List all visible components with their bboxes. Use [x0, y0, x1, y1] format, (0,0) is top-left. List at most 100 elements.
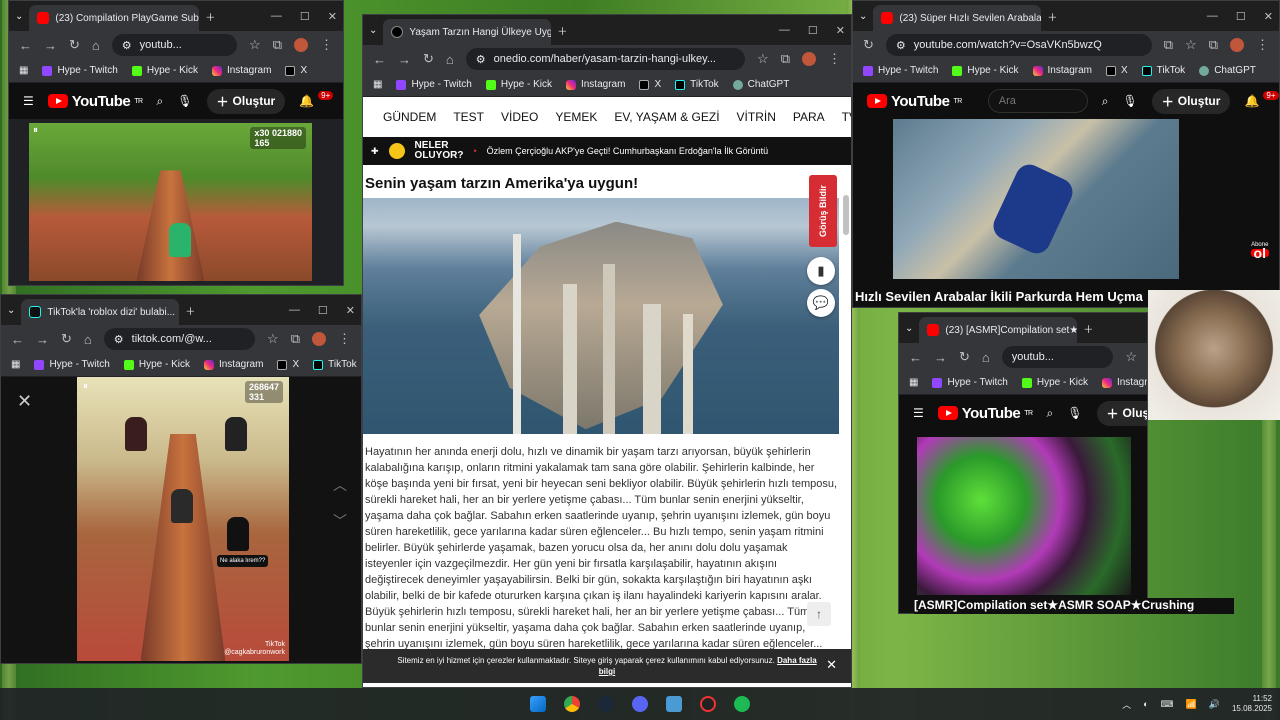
home-icon[interactable]: ⌂ [92, 38, 100, 53]
url-field[interactable]: ⚙ tiktok.com/@w... [103, 328, 256, 350]
menu-icon[interactable]: ⋮ [828, 51, 841, 67]
search-icon[interactable]: ⌕ [1047, 406, 1054, 421]
tab-search-icon[interactable]: ⌄ [7, 305, 15, 316]
grid-menu-icon[interactable]: ✚ [371, 146, 379, 157]
bookmark-instagram[interactable]: Instagram [203, 359, 263, 370]
back-icon[interactable]: ← [909, 350, 922, 365]
cookie-close-button[interactable]: ✕ [826, 658, 837, 671]
menu-icon[interactable]: ⋮ [1256, 37, 1269, 53]
tab-youtube-cars[interactable]: (23) Süper Hızlı Sevilen Arabalar... ✕ [873, 5, 1042, 31]
spotify-icon[interactable] [734, 696, 750, 712]
back-icon[interactable]: ← [373, 52, 386, 67]
tab-youtube-compilation[interactable]: (23) Compilation PlayGame Sub... ✕ [29, 5, 200, 31]
bookmark-instagram[interactable]: Instagram [211, 65, 271, 76]
forward-icon[interactable]: → [36, 332, 49, 347]
tab-tiktok[interactable]: TikTok'la 'roblox dizi' bulabi... ✕ [21, 299, 180, 325]
notifications-bell-icon[interactable]: 🔔 [1244, 94, 1259, 108]
bookmark-tiktok[interactable]: TikTok [675, 79, 719, 90]
minimize-button[interactable]: — [1207, 10, 1218, 23]
reload-icon[interactable]: ↻ [959, 349, 970, 365]
comments-icon[interactable]: 💬 [807, 289, 835, 317]
bookmark-star-icon[interactable]: ☆ [1125, 349, 1137, 365]
create-button[interactable]: ＋Oluştur [1151, 88, 1231, 114]
url-field[interactable]: ⚙ youtub... [111, 34, 238, 56]
bookmark-kick[interactable]: Hype - Kick [1021, 377, 1088, 388]
next-video-icon[interactable]: ﹀ [333, 511, 347, 531]
minimize-button[interactable]: — [779, 24, 790, 37]
profile-avatar[interactable] [802, 52, 816, 66]
bookmark-tiktok[interactable]: TikTok [1141, 65, 1185, 76]
site-info-icon[interactable]: ⚙ [122, 39, 132, 52]
nav-tv-sinema[interactable]: TV & SİN [842, 110, 851, 124]
menu-icon[interactable]: ⋮ [338, 331, 351, 347]
app-icon[interactable] [700, 696, 716, 712]
site-info-icon[interactable]: ⚙ [476, 53, 486, 66]
reload-icon[interactable]: ↻ [423, 51, 434, 67]
close-video-icon[interactable]: ✕ [17, 391, 32, 412]
menu-icon[interactable]: ⋮ [320, 37, 333, 53]
url-field[interactable]: youtub... [1001, 346, 1114, 368]
create-button[interactable]: ＋Oluştur [206, 88, 286, 114]
profile-avatar[interactable] [1230, 38, 1244, 52]
save-bookmark-icon[interactable]: ▮ [807, 257, 835, 285]
forward-icon[interactable]: → [44, 38, 57, 53]
maximize-button[interactable]: ☐ [300, 10, 310, 23]
new-tab-icon[interactable]: ＋ [1083, 321, 1093, 336]
maximize-button[interactable]: ☐ [808, 24, 818, 37]
tab-search-icon[interactable]: ⌄ [905, 323, 913, 334]
hamburger-menu-icon[interactable]: ☰ [23, 94, 34, 108]
pause-icon[interactable]: ⏸ [83, 381, 88, 392]
youtube-logo[interactable]: YouTube TR [937, 405, 1033, 422]
reload-icon[interactable]: ↻ [61, 331, 72, 347]
profile-avatar[interactable] [294, 38, 308, 52]
wifi-icon[interactable]: 📶 [1186, 699, 1197, 710]
hamburger-menu-icon[interactable]: ☰ [913, 406, 924, 420]
url-field[interactable]: ⚙ onedio.com/haber/yasam-tarzin-hangi-ulk… [465, 48, 746, 70]
nav-gundem[interactable]: GÜNDEM [383, 110, 436, 124]
mic-icon[interactable]: 🎙 [177, 94, 192, 108]
extensions-icon[interactable]: ⧉ [273, 37, 282, 53]
bookmark-x[interactable]: X [277, 359, 299, 370]
bookmark-x[interactable]: X [639, 79, 661, 90]
profile-avatar[interactable] [312, 332, 326, 346]
minimize-button[interactable]: — [271, 10, 282, 23]
minimize-button[interactable]: — [289, 304, 300, 317]
bookmark-twitch[interactable]: Hype - Twitch [34, 359, 110, 370]
close-button[interactable]: ✕ [346, 304, 355, 317]
bookmark-star-icon[interactable]: ☆ [249, 37, 261, 53]
close-button[interactable]: ✕ [1264, 10, 1273, 23]
tab-youtube-asmr[interactable]: (23) [ASMR]Compilation set★A... ✕ [919, 317, 1078, 343]
tab-search-icon[interactable]: ⌄ [369, 25, 377, 36]
apps-grid-icon[interactable]: ▦ [19, 65, 28, 76]
bookmark-twitch[interactable]: Hype - Twitch [42, 65, 118, 76]
feedback-button[interactable]: Görüş Bildir [809, 175, 837, 247]
bookmark-star-icon[interactable]: ☆ [757, 51, 769, 67]
home-icon[interactable]: ⌂ [84, 332, 92, 347]
site-info-icon[interactable]: ⚙ [114, 333, 124, 346]
bookmark-instagram[interactable]: Instagram [565, 79, 625, 90]
tab-onedio[interactable]: Yaşam Tarzın Hangi Ülkeye Uyg... ✕ [383, 19, 552, 45]
windows-start-icon[interactable] [530, 696, 546, 712]
nav-para[interactable]: PARA [793, 110, 825, 124]
search-input[interactable] [987, 89, 1088, 113]
bookmark-chatgpt[interactable]: ChatGPT [1199, 65, 1256, 76]
nav-video[interactable]: VİDEO [501, 110, 538, 124]
tab-search-icon[interactable]: ⌄ [15, 11, 23, 22]
url-field[interactable]: ⚙ youtube.com/watch?v=OsaVKn5bwzQ [885, 34, 1152, 56]
create-button[interactable]: ＋Oluştur [1096, 400, 1147, 426]
search-icon[interactable]: ⌕ [1102, 94, 1109, 109]
mic-icon[interactable]: 🎙 [1067, 406, 1082, 420]
share-icon[interactable]: ⧉ [1164, 37, 1173, 53]
extensions-icon[interactable]: ⧉ [781, 51, 790, 67]
youtube-logo[interactable]: YouTube TR [867, 93, 962, 110]
bookmark-tiktok[interactable]: TikTok [313, 359, 357, 370]
extensions-icon[interactable]: ⧉ [291, 331, 300, 347]
bookmark-star-icon[interactable]: ☆ [267, 331, 279, 347]
ticker-headline[interactable]: Özlem Çerçioğlu AKP'ye Geçti! Cumhurbaşk… [487, 146, 769, 156]
bookmark-kick[interactable]: Hype - Kick [131, 65, 198, 76]
nav-vitrin[interactable]: VİTRİN [737, 110, 776, 124]
pause-icon[interactable]: ⏸ [33, 125, 38, 136]
bookmark-x[interactable]: X [285, 65, 307, 76]
search-icon[interactable]: ⌕ [157, 94, 164, 109]
mic-icon[interactable]: 🎙 [1123, 94, 1138, 108]
